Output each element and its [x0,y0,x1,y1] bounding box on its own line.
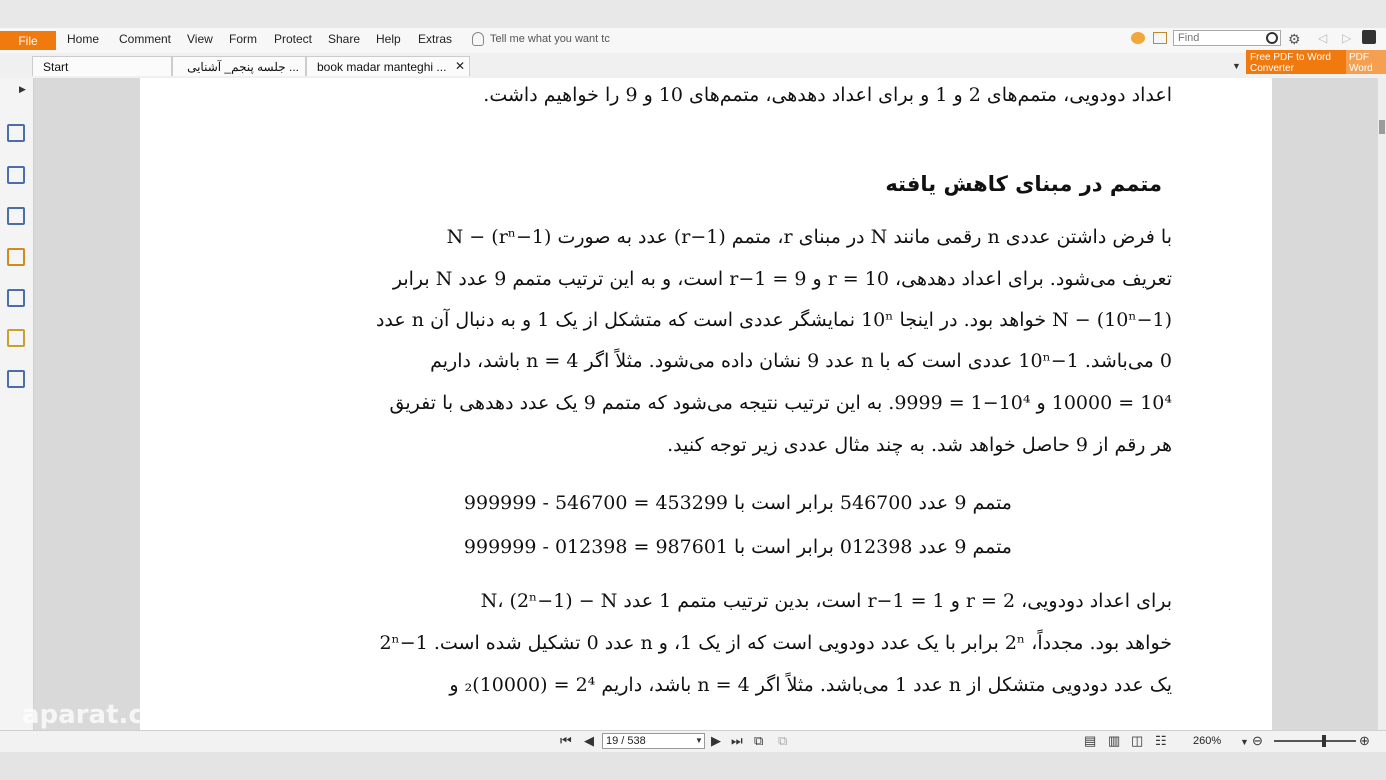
pdf-to-word-promo-button[interactable]: Free PDF to Word Converter [1246,50,1354,74]
menu-view[interactable]: View [187,32,213,46]
paragraph2-line2: خواهد بود. مجدداً، 2ⁿ برابر با یک عدد دو… [379,632,1172,654]
paragraph2-line3: یک عدد دودویی متشکل از n عدد 1 می‌باشد. … [449,674,1172,696]
next-page-icon[interactable]: ▶ [711,733,721,749]
file-menu-button[interactable]: File [0,31,56,50]
menu-home[interactable]: Home [67,32,99,46]
paragraph1-line5: 10⁴ = 10000 و 10⁴−1 = 9999. به این ترتیب… [389,392,1172,414]
promo-side1: PDF [1349,52,1369,63]
section-heading: متمم در مبنای کاهش یافته [885,172,1162,196]
back-arrow-icon[interactable]: ◁ [1318,31,1327,45]
menu-share[interactable]: Share [328,32,360,46]
pdf-page: اعداد دودویی، متمم‌های 2 و 1 و برای اعدا… [140,78,1272,730]
continuous-facing-icon[interactable]: ☷ [1155,733,1167,749]
attachment-icon[interactable] [7,289,25,307]
previous-view-icon[interactable]: ⧉ [754,733,763,749]
menu-form[interactable]: Form [229,32,257,46]
expand-panel-icon[interactable]: ▶ [19,84,26,95]
user-icon[interactable] [1362,30,1376,44]
example-line1: متمم 9 عدد 546700 برابر است با 453299 = … [463,492,1012,514]
menu-comment[interactable]: Comment [119,32,171,46]
facing-pages-icon[interactable]: ◫ [1131,733,1143,749]
tell-me-text: Tell me what you want tc [490,33,610,45]
document-viewport[interactable]: اعداد دودویی، متمم‌های 2 و 1 و برای اعدا… [34,78,1378,730]
continuous-page-icon[interactable]: ▥ [1108,733,1120,749]
promo-line2: Converter [1250,63,1294,74]
paragraph1-line1: با فرض داشتن عددی n رقمی مانند N در مبنا… [446,226,1172,248]
previous-page-icon[interactable]: ◀ [584,733,594,749]
paragraph1-line2: تعریف می‌شود. برای اعداد دهدهی، r = 10 و… [392,268,1172,290]
single-page-icon[interactable]: ▤ [1084,733,1096,749]
paragraph1-line3: (10ⁿ−1) − N خواهد بود. در اینجا 10ⁿ نمای… [375,309,1172,331]
zoom-level[interactable]: 260% [1193,735,1221,747]
video-frame-bottom [0,752,1386,780]
menu-help[interactable]: Help [376,32,401,46]
search-icon[interactable] [1266,32,1278,44]
pages-icon[interactable] [7,166,25,184]
find-input[interactable] [1173,30,1281,46]
next-view-icon[interactable]: ⧉ [778,733,787,749]
paragraph1-line6: هر رقم از 9 حاصل خواهد شد. به چند مثال ع… [667,434,1172,456]
first-page-icon[interactable]: ⏮ [560,733,572,749]
folder-search-icon[interactable] [1153,32,1167,44]
notification-icon[interactable] [1131,32,1145,44]
forward-arrow-icon[interactable]: ▷ [1342,31,1351,45]
tab-session5[interactable]: ... جلسه پنجم_ آشنایی [172,56,306,76]
chevron-down-icon[interactable]: ▼ [1232,61,1241,71]
doc-line-top: اعداد دودویی، متمم‌های 2 و 1 و برای اعدا… [483,84,1172,106]
vertical-scrollbar[interactable] [1378,78,1386,730]
comments-icon[interactable] [7,248,25,266]
layers-icon[interactable] [7,207,25,225]
promo-side2: Word [1349,63,1373,74]
gear-icon[interactable]: ⚙ [1288,31,1301,48]
signature-icon[interactable] [7,370,25,388]
page-number-field[interactable] [602,733,705,749]
pdf-word-badge[interactable]: PDF Word [1346,50,1386,74]
close-icon[interactable]: ✕ [455,59,465,73]
lightbulb-icon [472,32,484,46]
example-line2: متمم 9 عدد 012398 برابر است با 987601 = … [463,536,1012,558]
page-thumbnail-icon[interactable] [7,124,25,142]
scrollbar-thumb[interactable] [1379,120,1385,134]
paragraph2-line1: برای اعداد دودویی، r = 2 و r−1 = 1 است، … [480,590,1172,612]
chevron-down-icon[interactable]: ▼ [1240,737,1249,747]
tab-book-madar-manteghi[interactable]: book madar manteghi ... [306,56,470,76]
menu-protect[interactable]: Protect [274,32,312,46]
tell-me-search[interactable]: Tell me what you want tc [472,32,610,46]
zoom-slider-thumb[interactable] [1322,735,1326,747]
zoom-slider[interactable] [1274,740,1356,742]
chevron-down-icon[interactable]: ▼ [695,736,703,745]
tab-start[interactable]: Start [32,56,172,76]
aparat-watermark: aparat.c [22,700,144,730]
zoom-in-icon[interactable]: ⊕ [1359,733,1370,749]
promo-line1: Free PDF to Word [1250,52,1331,63]
last-page-icon[interactable]: ⏭ [731,733,743,749]
zoom-out-icon[interactable]: ⊖ [1252,733,1263,749]
lock-icon[interactable] [7,329,25,347]
menu-extras[interactable]: Extras [418,32,452,46]
paragraph1-line4: 0 می‌باشد. 10ⁿ−1 عددی است که با n عدد 9 … [430,350,1172,372]
